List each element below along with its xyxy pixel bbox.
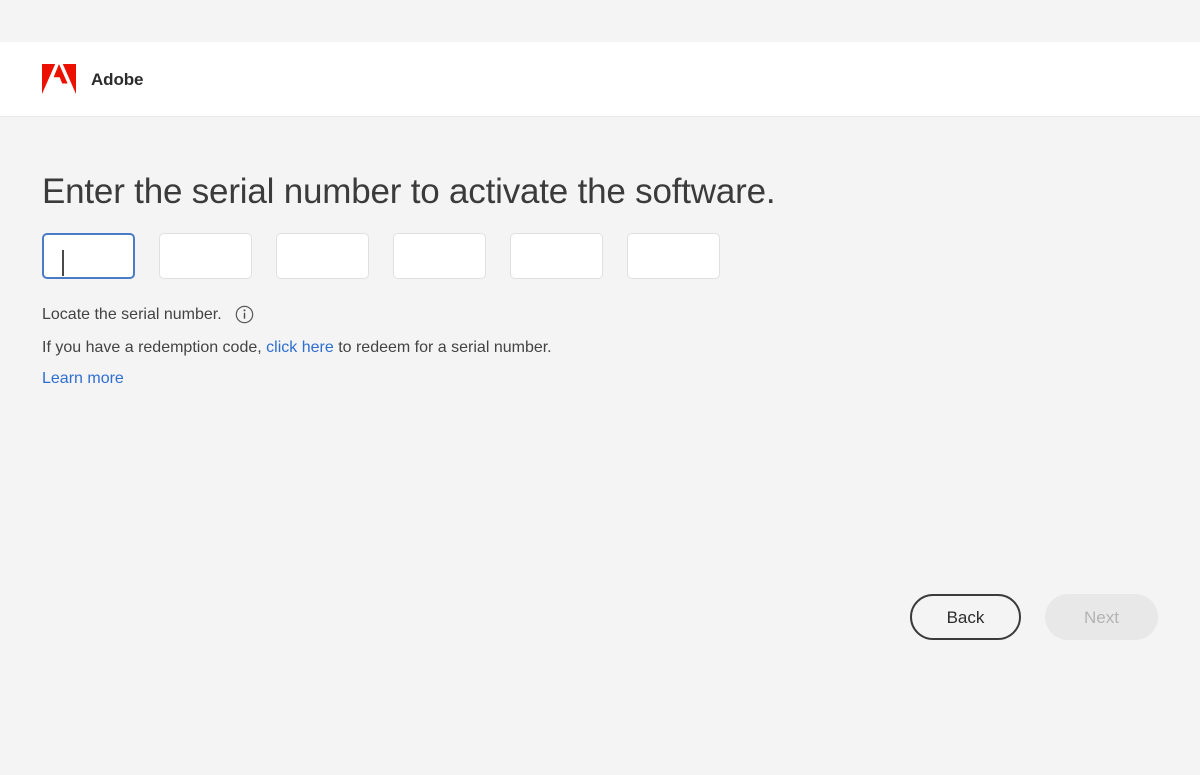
redemption-code-row: If you have a redemption code, click her… xyxy=(42,337,1158,359)
locate-serial-number-label: Locate the serial number. xyxy=(42,306,222,324)
footer-actions: Back Next xyxy=(910,594,1158,640)
redeem-suffix-text: to redeem for a serial number. xyxy=(338,339,551,356)
next-button[interactable]: Next xyxy=(1045,594,1158,640)
activation-content: Enter the serial number to activate the … xyxy=(0,118,1200,775)
serial-segment-2[interactable] xyxy=(159,233,252,279)
serial-segment-6[interactable] xyxy=(627,233,720,279)
back-button[interactable]: Back xyxy=(910,594,1021,640)
click-here-link[interactable]: click here xyxy=(266,339,334,356)
brand-header: Adobe xyxy=(0,42,1200,117)
adobe-logo-icon xyxy=(42,64,76,94)
locate-serial-number-row: Locate the serial number. xyxy=(42,305,1158,324)
adobe-activation-window: Adobe Enter the serial number to activat… xyxy=(0,0,1200,775)
serial-segment-1[interactable] xyxy=(42,233,135,279)
serial-number-input-group xyxy=(42,233,1158,279)
serial-segment-5[interactable] xyxy=(510,233,603,279)
info-circle-icon[interactable] xyxy=(235,305,254,324)
redeem-prefix-text: If you have a redemption code, xyxy=(42,339,262,356)
learn-more-link[interactable]: Learn more xyxy=(42,370,124,388)
serial-segment-3[interactable] xyxy=(276,233,369,279)
window-title-bar xyxy=(0,0,1200,42)
page-title: Enter the serial number to activate the … xyxy=(42,118,1158,212)
brand-name: Adobe xyxy=(91,71,143,88)
text-cursor xyxy=(62,250,64,276)
serial-segment-4[interactable] xyxy=(393,233,486,279)
